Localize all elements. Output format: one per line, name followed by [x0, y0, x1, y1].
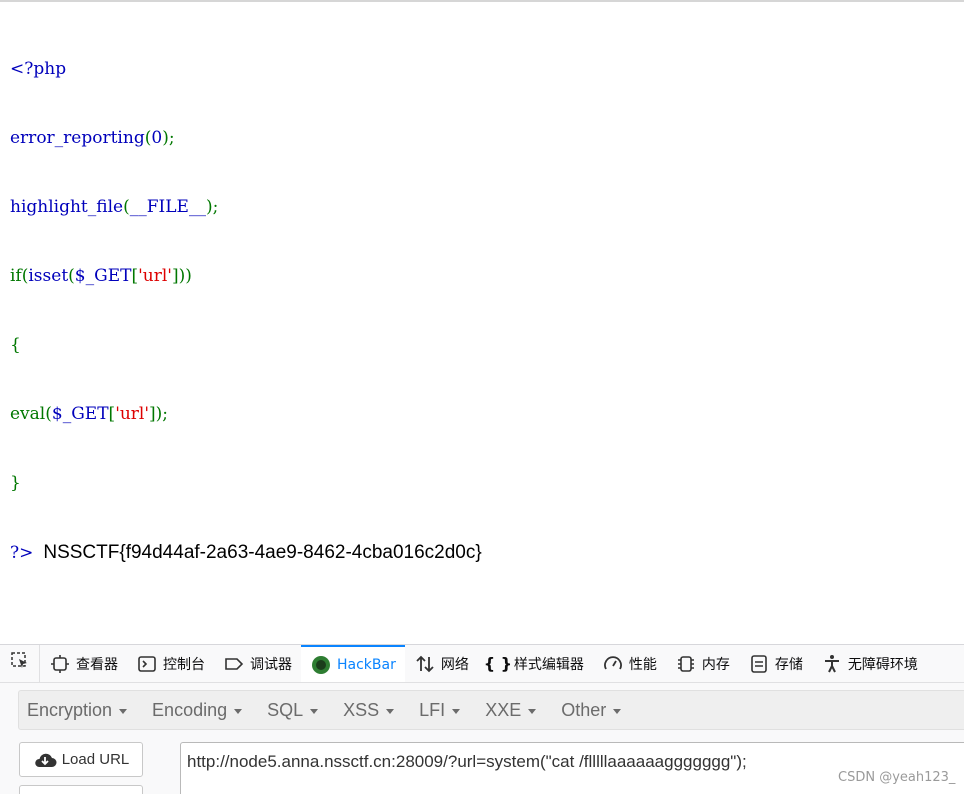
menu-xss[interactable]: XSS: [335, 700, 402, 721]
hackbar-menu-bar: Encryption Encoding SQL XSS LFI XXE Othe…: [18, 690, 964, 730]
code-line: if(isset($_GET['url'])): [10, 265, 482, 288]
menu-label: Other: [561, 699, 607, 720]
tab-label: 内存: [701, 656, 730, 673]
console-icon: [137, 654, 157, 674]
code-line: eval($_GET['url']);: [10, 403, 482, 426]
code-token: highlight_file: [10, 197, 124, 217]
watermark: CSDN @yeah123_: [838, 770, 956, 785]
tab-debugger[interactable]: 调试器: [214, 645, 301, 682]
code-token: (: [45, 404, 52, 424]
top-border: [0, 0, 964, 2]
load-url-button[interactable]: Load URL: [19, 742, 143, 777]
code-line: ?> NSSCTF{f94d44af-2a63-4ae9-8462-4cba016…: [10, 541, 482, 564]
menu-encryption[interactable]: Encryption: [19, 700, 135, 721]
tab-label: 调试器: [250, 656, 292, 673]
code-token: );: [162, 128, 175, 148]
tab-label: 存储: [774, 656, 803, 673]
caret-down-icon: [452, 708, 461, 714]
code-token: 'url': [138, 266, 172, 286]
caret-down-icon: [613, 708, 622, 714]
devtools-panel: 查看器 控制台 调试器 HackBar 网络 { } 样式编辑器 性能 内存 存…: [0, 644, 964, 794]
menu-label: XSS: [343, 699, 380, 720]
tab-network[interactable]: 网络: [405, 645, 478, 682]
code-token: 'url': [115, 404, 150, 424]
menu-label: XXE: [485, 699, 522, 720]
debugger-icon: [224, 654, 244, 674]
code-token: error_reporting: [10, 128, 145, 148]
tab-label: HackBar: [337, 656, 396, 673]
code-token: $_GET: [51, 404, 109, 424]
caret-down-icon: [234, 708, 243, 714]
code-token: 0: [151, 128, 163, 148]
code-token: ]);: [149, 404, 169, 424]
code-token: {: [10, 335, 21, 355]
code-line: <?php: [10, 58, 482, 81]
element-picker-icon: [10, 651, 30, 676]
caret-down-icon: [119, 708, 128, 714]
code-token: (: [123, 197, 130, 217]
menu-label: LFI: [419, 699, 446, 720]
tab-storage[interactable]: 存储: [739, 645, 812, 682]
code-line: error_reporting(0);: [10, 127, 482, 150]
menu-other[interactable]: Other: [553, 700, 629, 721]
load-url-label: Load URL: [61, 751, 130, 768]
code-token: $_GET: [74, 266, 132, 286]
accessibility-icon: [822, 654, 842, 674]
code-token: }: [10, 473, 21, 493]
menu-lfi[interactable]: LFI: [411, 700, 468, 721]
code-token: __FILE__: [129, 197, 206, 217]
code-line: {: [10, 334, 482, 357]
tab-label: 样式编辑器: [513, 656, 584, 673]
url-textarea[interactable]: http://node5.anna.nssctf.cn:28009/?url=s…: [180, 742, 964, 794]
flag-output: NSSCTF{f94d44af-2a63-4ae9-8462-4cba016c2…: [43, 542, 482, 563]
code-token: if: [10, 266, 22, 286]
menu-sql[interactable]: SQL: [259, 700, 326, 721]
tab-label: 查看器: [76, 656, 118, 673]
menu-label: Encryption: [27, 699, 113, 720]
inspector-icon: [50, 654, 70, 674]
menu-encoding[interactable]: Encoding: [144, 700, 250, 721]
hackbar-icon: [311, 655, 331, 675]
php-source-view: <?php error_reporting(0); highlight_file…: [10, 12, 482, 610]
code-line: highlight_file(__FILE__);: [10, 196, 482, 219]
tab-style-editor[interactable]: { } 样式编辑器: [478, 645, 593, 682]
performance-icon: [603, 654, 623, 674]
tab-performance[interactable]: 性能: [593, 645, 666, 682]
tab-console[interactable]: 控制台: [127, 645, 214, 682]
code-token: <?php: [10, 59, 67, 79]
tab-label: 控制台: [163, 656, 205, 673]
split-url-button[interactable]: [19, 785, 143, 794]
storage-icon: [749, 654, 769, 674]
tab-accessibility[interactable]: 无障碍环境: [812, 645, 927, 682]
tab-label: 性能: [628, 656, 657, 673]
memory-icon: [676, 654, 696, 674]
tab-label: 网络: [440, 656, 469, 673]
network-icon: [415, 654, 435, 674]
caret-down-icon: [310, 708, 319, 714]
code-token: );: [205, 197, 219, 217]
menu-label: Encoding: [152, 699, 228, 720]
tab-memory[interactable]: 内存: [666, 645, 739, 682]
menu-label: SQL: [267, 699, 304, 720]
caret-down-icon: [386, 708, 395, 714]
caret-down-icon: [528, 708, 537, 714]
tab-hackbar[interactable]: HackBar: [301, 645, 405, 682]
style-editor-icon: { }: [483, 654, 513, 673]
element-picker-button[interactable]: [0, 645, 40, 682]
code-token: ])): [171, 266, 192, 286]
code-token: isset: [28, 266, 69, 286]
devtools-toolbar: 查看器 控制台 调试器 HackBar 网络 { } 样式编辑器 性能 内存 存…: [0, 645, 964, 683]
code-line: }: [10, 472, 482, 495]
cloud-download-icon: [33, 751, 57, 769]
tab-label: 无障碍环境: [847, 656, 918, 673]
code-token: ?>: [10, 543, 34, 563]
code-token: (: [68, 266, 75, 286]
browser-viewport: <?php error_reporting(0); highlight_file…: [0, 0, 964, 794]
tab-inspector[interactable]: 查看器: [40, 645, 127, 682]
menu-xxe[interactable]: XXE: [477, 700, 544, 721]
code-token: eval: [10, 404, 46, 424]
